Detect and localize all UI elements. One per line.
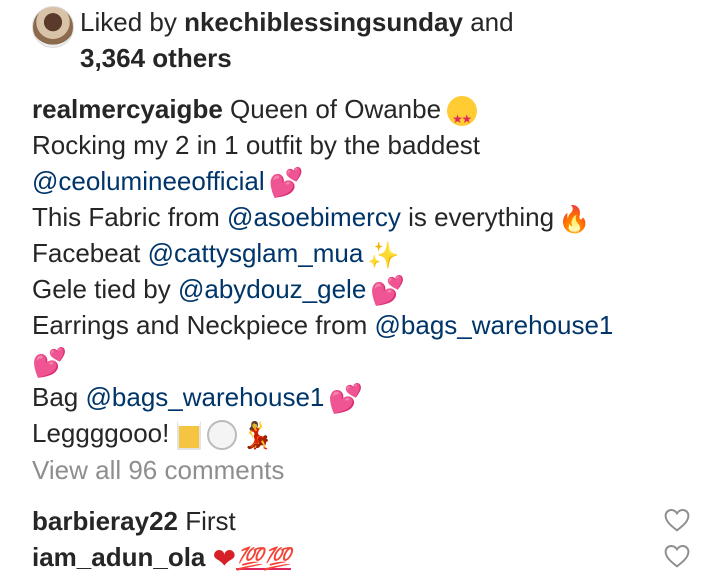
caption-text: Gele tied by bbox=[32, 274, 171, 304]
hundred-emoji-icon: 💯💯 bbox=[236, 546, 291, 572]
comment-text: First bbox=[185, 506, 236, 536]
comment-username[interactable]: iam_adun_ola bbox=[32, 542, 205, 572]
mention-link[interactable]: @cattysglam_mua bbox=[148, 238, 364, 268]
comment-row: iam_adun_ola ❤💯💯 bbox=[32, 539, 291, 577]
two-hearts-emoji-icon: 💕 bbox=[370, 275, 406, 307]
star-struck-emoji-icon bbox=[447, 96, 478, 137]
heart-outline-icon[interactable] bbox=[664, 508, 690, 532]
caption-title: Queen of Owanbe bbox=[230, 94, 442, 124]
dancer-emoji-icon: 💃 bbox=[241, 420, 274, 451]
fire-emoji-icon: 🔥 bbox=[558, 204, 591, 235]
liker-avatar[interactable] bbox=[32, 6, 74, 48]
likes-text: Liked by nkechiblessingsunday and 3,364 … bbox=[80, 4, 680, 76]
likes-count[interactable]: 3,364 others bbox=[80, 43, 232, 73]
caption-text: is everything bbox=[408, 202, 555, 232]
caption-text: Leggggooo! bbox=[32, 418, 170, 448]
sparkles-emoji-icon: ✨ bbox=[367, 240, 400, 271]
mention-link[interactable]: @bags_warehouse1 bbox=[86, 382, 325, 412]
caption-line: Rocking my 2 in 1 outfit by the baddest bbox=[32, 130, 481, 160]
mention-link[interactable]: @abydouz_gele bbox=[178, 274, 366, 304]
liker-username[interactable]: nkechiblessingsunday bbox=[184, 7, 463, 37]
caption-author[interactable]: realmercyaigbe bbox=[32, 94, 223, 124]
red-heart-emoji-icon: ❤ bbox=[212, 543, 237, 575]
caption-text: Bag bbox=[32, 382, 79, 412]
two-hearts-emoji-icon: 💕 bbox=[32, 347, 67, 379]
beer-mug-emoji-icon bbox=[177, 420, 202, 451]
mention-link[interactable]: @asoebimercy bbox=[227, 202, 401, 232]
mention-link[interactable]: @bags_warehouse1 bbox=[375, 310, 614, 340]
two-hearts-emoji-icon: 💕 bbox=[268, 167, 304, 199]
comment-row: barbieray22 First bbox=[32, 503, 236, 539]
post-caption: realmercyaigbe Queen of Owanbe Rocking m… bbox=[32, 91, 692, 453]
view-all-comments-link[interactable]: View all 96 comments bbox=[32, 452, 284, 488]
two-hearts-emoji-icon: 💕 bbox=[328, 383, 364, 415]
caption-text: This Fabric from bbox=[32, 202, 220, 232]
heart-outline-icon[interactable] bbox=[664, 544, 690, 568]
likes-conj: and bbox=[470, 7, 514, 37]
caption-text: Earrings and Neckpiece from bbox=[32, 310, 368, 340]
ball-emoji-icon bbox=[207, 420, 238, 451]
caption-text: Facebeat bbox=[32, 238, 141, 268]
mention-link[interactable]: @ceolumineeofficial bbox=[32, 166, 265, 196]
likes-prefix: Liked by bbox=[80, 7, 177, 37]
comment-username[interactable]: barbieray22 bbox=[32, 506, 178, 536]
